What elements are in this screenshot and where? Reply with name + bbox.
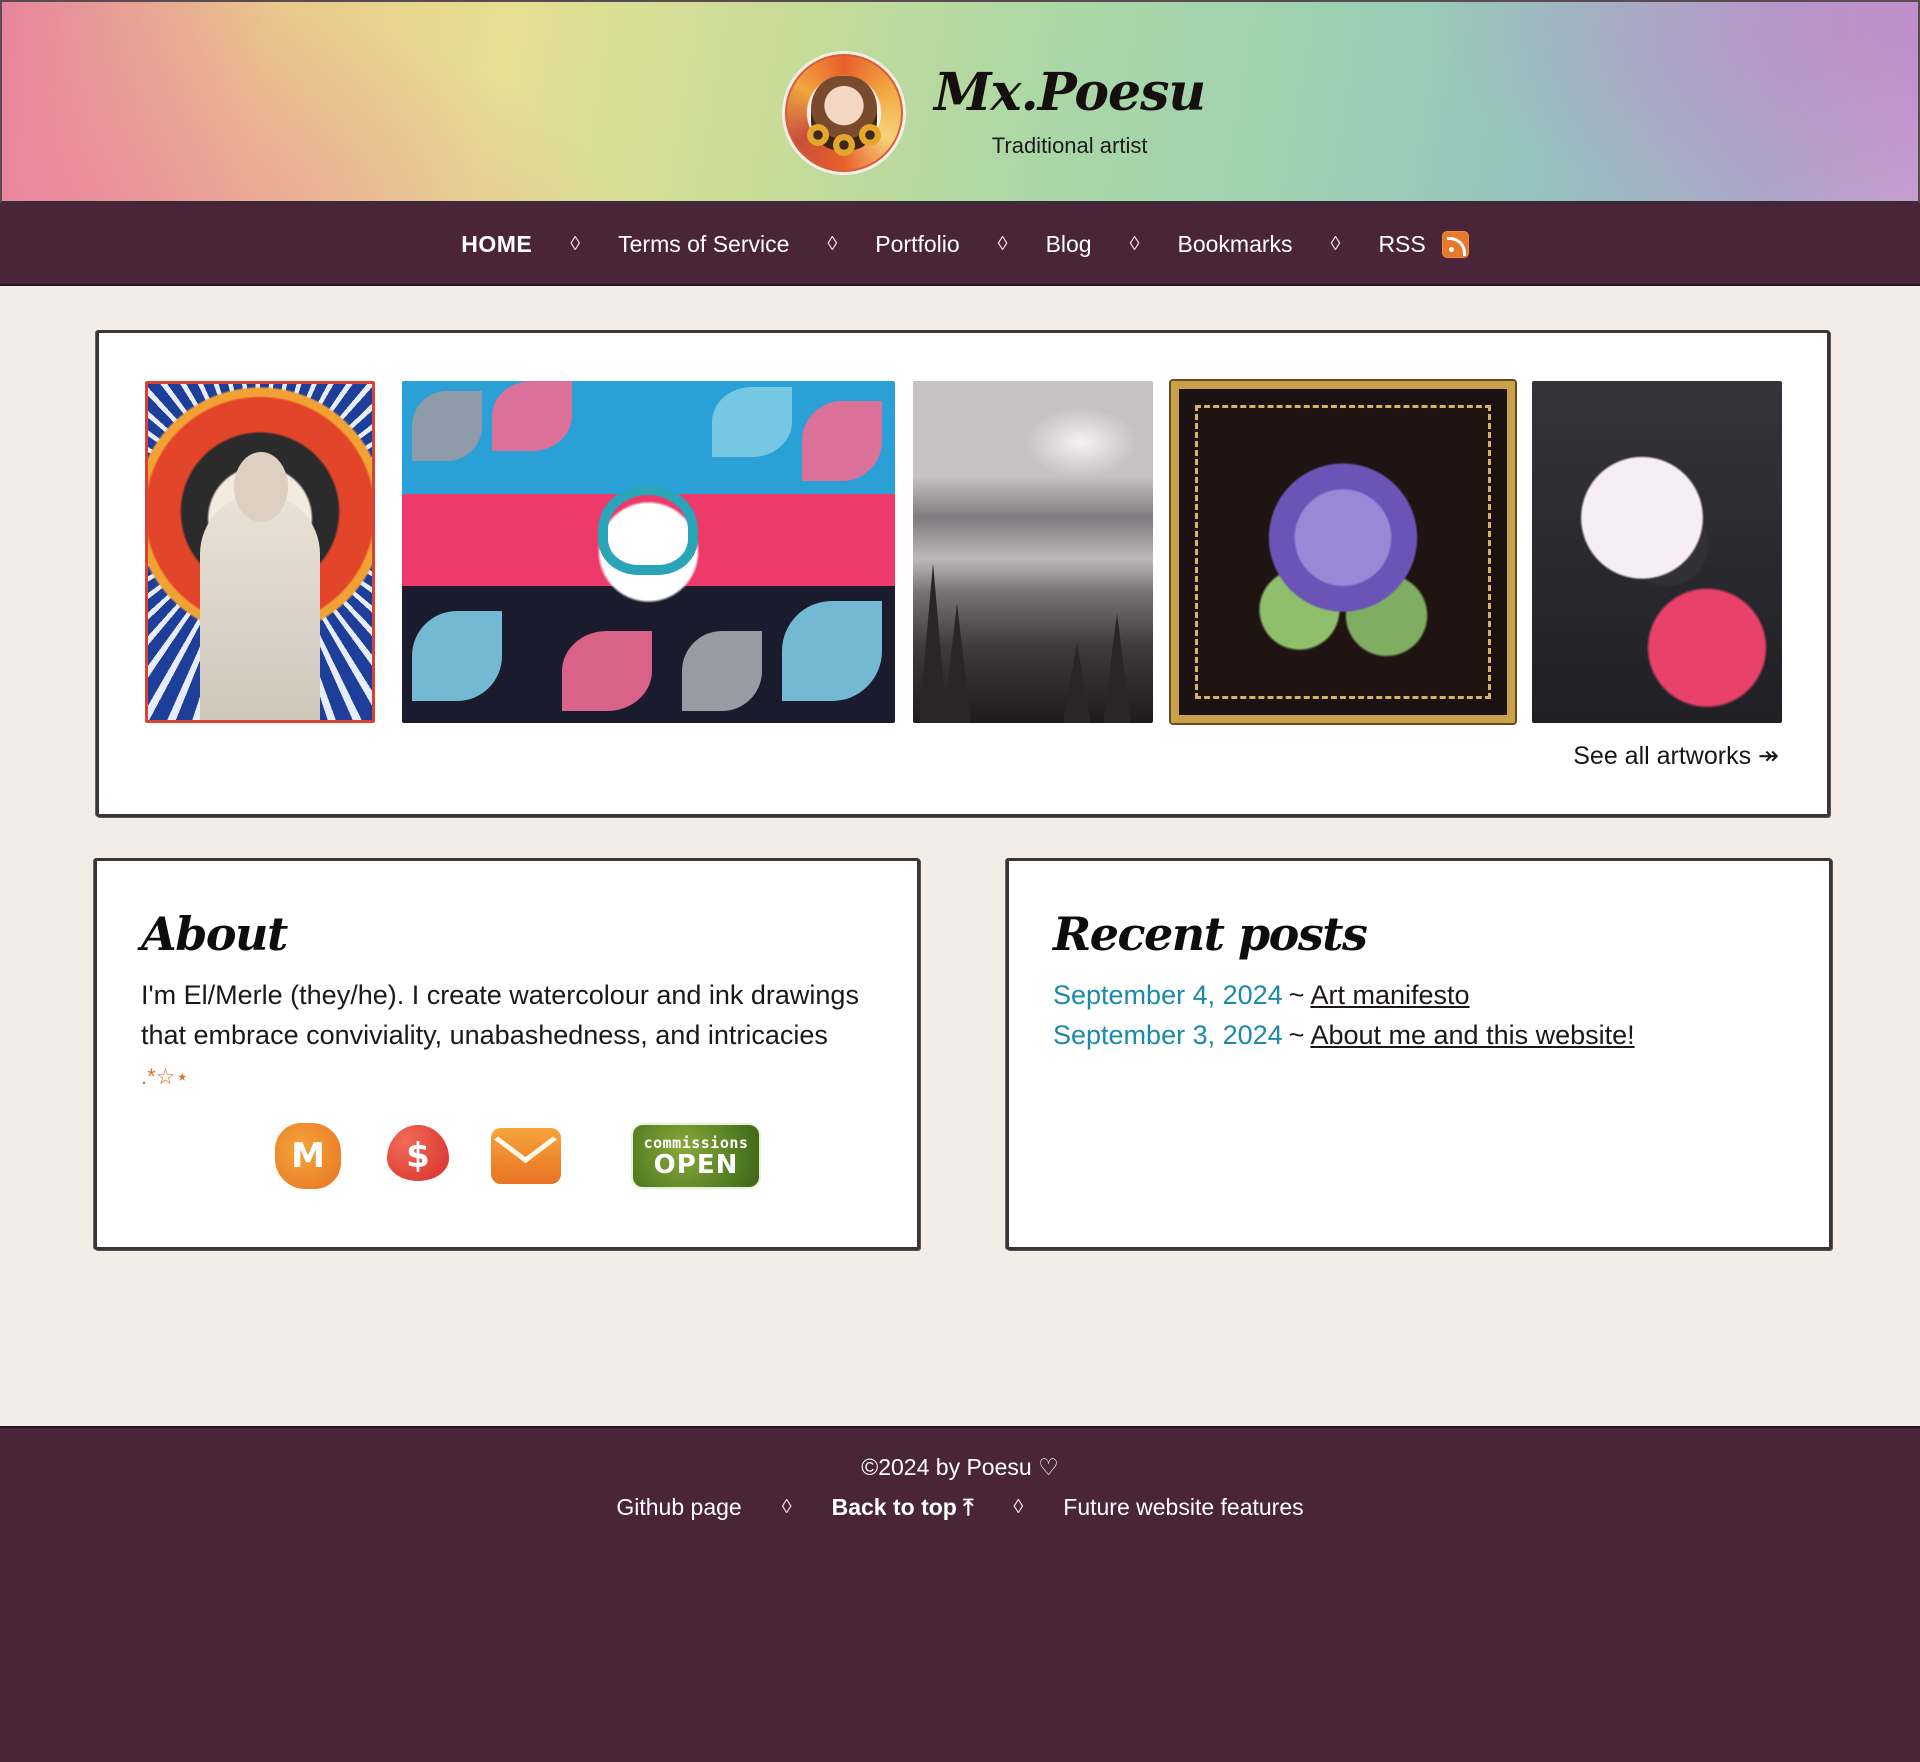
post-separator: ~ bbox=[1288, 980, 1305, 1010]
brand[interactable]: Mx.Poesu Traditional artist bbox=[782, 48, 1206, 178]
flower-petal bbox=[782, 601, 882, 701]
dollar-glyph: $ bbox=[406, 1136, 430, 1176]
list-item: September 3, 2024 ~ About me and this webs… bbox=[1053, 1015, 1635, 1055]
recent-posts-card: Recent posts September 4, 2024 ~ Art manif… bbox=[1006, 858, 1832, 1250]
post-date[interactable]: September 4, 2024 bbox=[1053, 980, 1283, 1010]
nav-item-home[interactable]: HOME bbox=[461, 231, 532, 258]
mastodon-icon[interactable]: M bbox=[275, 1123, 341, 1189]
gallery-card: See all artworks ↠ bbox=[96, 330, 1830, 817]
nav-item-portfolio[interactable]: Portfolio bbox=[875, 231, 959, 258]
flower-petal bbox=[802, 401, 882, 481]
figure-shape bbox=[200, 494, 320, 720]
artwork-creature[interactable] bbox=[1532, 381, 1782, 723]
sunflower-icon bbox=[833, 134, 855, 156]
artwork-flower-frame[interactable] bbox=[1169, 379, 1517, 725]
footer-links: Github page ◊ Back to top ⤒ ◊ Future web… bbox=[0, 1494, 1920, 1521]
heart-infinity-icon bbox=[598, 485, 698, 575]
posts-list: September 4, 2024 ~ Art manifesto Septembe… bbox=[1053, 975, 1635, 1055]
about-card: About I'm El/Merle (they/he). I create w… bbox=[94, 858, 920, 1250]
head-shape bbox=[234, 452, 288, 522]
brand-text: Mx.Poesu Traditional artist bbox=[934, 67, 1206, 159]
back-to-top-link[interactable]: Back to top ⤒ bbox=[832, 1494, 974, 1521]
post-separator: ~ bbox=[1288, 1020, 1305, 1050]
flower-petal bbox=[412, 391, 482, 461]
donate-icon[interactable]: $ bbox=[385, 1123, 451, 1189]
see-all-artworks-link[interactable]: See all artworks ↠ bbox=[1573, 741, 1779, 771]
nav-item-rss[interactable]: RSS bbox=[1378, 230, 1469, 258]
artwork-portrait[interactable] bbox=[145, 381, 375, 723]
nav-separator: ◊ bbox=[827, 232, 838, 255]
github-page-link[interactable]: Github page bbox=[616, 1494, 741, 1521]
about-title: About bbox=[141, 907, 288, 961]
knotwork-frame bbox=[1195, 405, 1491, 699]
nav-separator: ◊ bbox=[997, 232, 1008, 255]
nav-item-terms-of-service[interactable]: Terms of Service bbox=[618, 231, 789, 258]
sunflower-icon bbox=[859, 124, 881, 146]
sunflower-icon bbox=[807, 124, 829, 146]
nav-separator: ◊ bbox=[1129, 232, 1140, 255]
list-item: September 4, 2024 ~ Art manifesto bbox=[1053, 975, 1635, 1015]
tree-shape bbox=[1063, 643, 1091, 723]
post-date[interactable]: September 3, 2024 bbox=[1053, 1020, 1283, 1050]
social-links: M $ commissions OPEN bbox=[275, 1123, 761, 1189]
nav-items: HOME ◊ Terms of Service ◊ Portfolio ◊ Bl… bbox=[461, 230, 1469, 258]
nav-item-blog[interactable]: Blog bbox=[1046, 231, 1092, 258]
nav-separator: ◊ bbox=[570, 232, 581, 255]
flower-petal bbox=[712, 387, 792, 457]
recent-posts-title: Recent posts bbox=[1053, 907, 1368, 961]
site-header: Mx.Poesu Traditional artist bbox=[0, 0, 1920, 204]
future-features-link[interactable]: Future website features bbox=[1063, 1494, 1303, 1521]
post-title-link[interactable]: Art manifesto bbox=[1310, 980, 1469, 1010]
open-label: OPEN bbox=[653, 1150, 739, 1180]
about-description: I'm El/Merle (they/he). I create waterco… bbox=[141, 980, 859, 1050]
flower-petal bbox=[562, 631, 652, 711]
flower-petal bbox=[412, 611, 502, 701]
commissions-open-badge[interactable]: commissions OPEN bbox=[631, 1123, 761, 1189]
tree-shape bbox=[1103, 613, 1131, 723]
rss-icon[interactable] bbox=[1441, 230, 1469, 258]
rss-label[interactable]: RSS bbox=[1378, 231, 1425, 258]
avatar[interactable] bbox=[782, 51, 906, 175]
sparkle-decoration: .*☆⋆ bbox=[141, 1064, 190, 1089]
artwork-heart-flowers[interactable] bbox=[402, 381, 895, 723]
footer-separator: ◊ bbox=[1013, 1496, 1024, 1518]
post-title-link[interactable]: About me and this website! bbox=[1310, 1020, 1634, 1050]
flower-petal bbox=[492, 381, 572, 451]
main-nav: HOME ◊ Terms of Service ◊ Portfolio ◊ Bl… bbox=[0, 204, 1920, 286]
site-subtitle: Traditional artist bbox=[991, 133, 1148, 158]
tree-shape bbox=[943, 603, 971, 723]
artwork-landscape[interactable] bbox=[913, 381, 1153, 723]
site-title[interactable]: Mx.Poesu bbox=[934, 67, 1206, 119]
nav-separator: ◊ bbox=[1330, 232, 1341, 255]
copyright: ©2024 by Poesu ♡ bbox=[861, 1454, 1059, 1480]
footer-separator: ◊ bbox=[781, 1496, 792, 1518]
mail-icon[interactable] bbox=[491, 1128, 561, 1184]
nav-item-bookmarks[interactable]: Bookmarks bbox=[1178, 231, 1293, 258]
about-text: I'm El/Merle (they/he). I create waterco… bbox=[141, 975, 881, 1097]
site-footer: ©2024 by Poesu ♡ Github page ◊ Back to t… bbox=[0, 1426, 1920, 1762]
flower-petal bbox=[682, 631, 762, 711]
